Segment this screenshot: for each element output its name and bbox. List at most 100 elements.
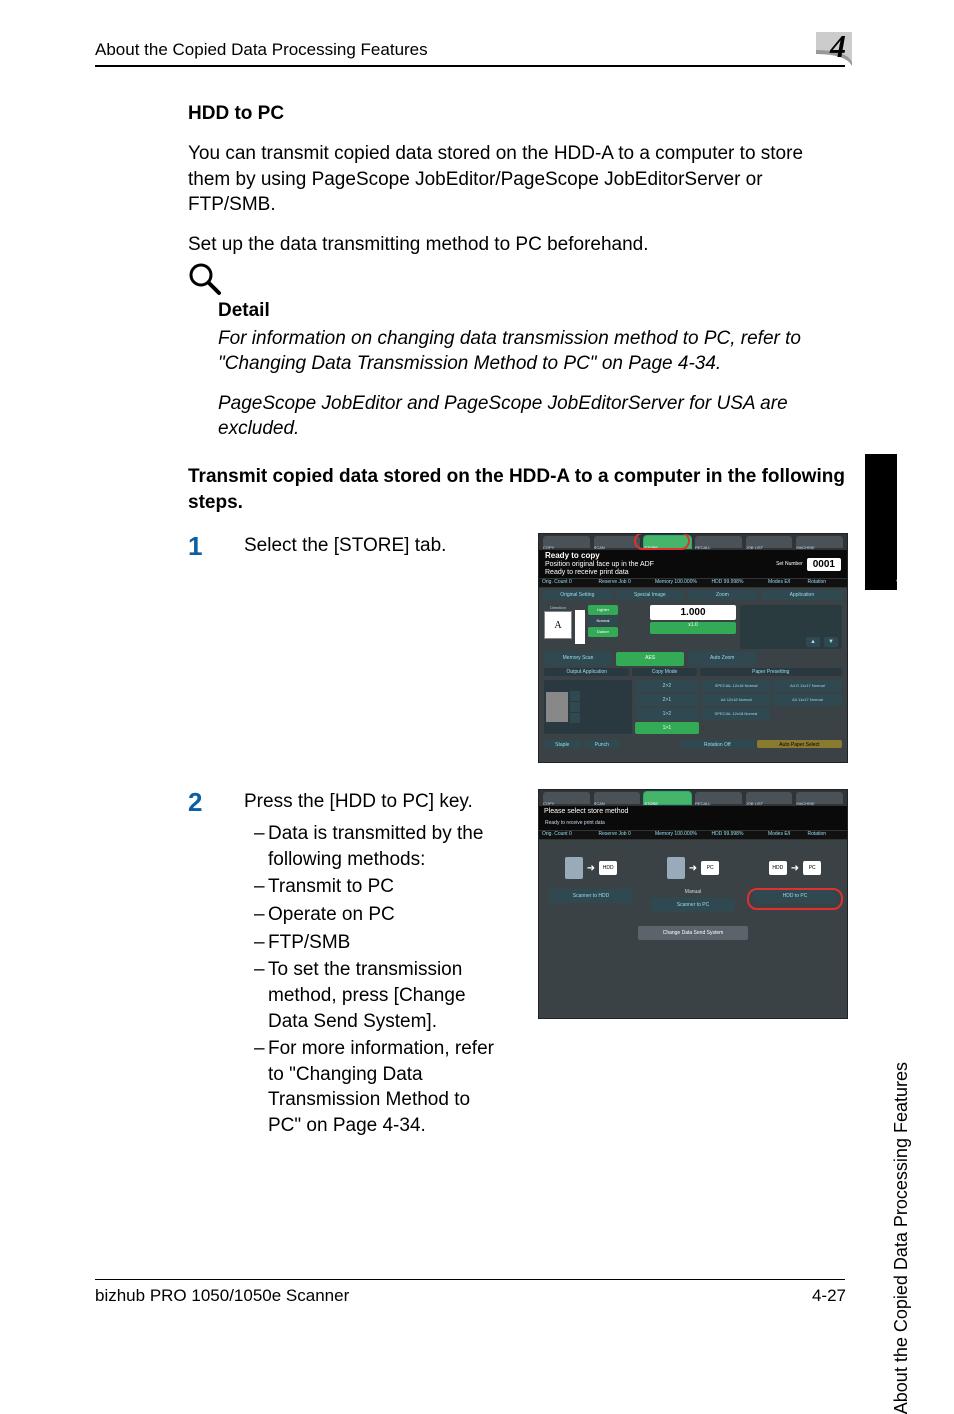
ss2-bar-modes: Modes E/I (768, 831, 808, 839)
ss1-tab-machine[interactable]: MACHINE (796, 536, 843, 548)
side-chapter-label: Chapter 4 (894, 520, 914, 595)
detail-text-2: PageScope JobEditor and PageScope JobEdi… (218, 391, 848, 442)
ss1-status-title: Ready to copy (545, 552, 654, 561)
footer-product: bizhub PRO 1050/1050e Scanner (95, 1286, 349, 1306)
ss1-hdr-origsetting[interactable]: Original Setting (543, 590, 612, 600)
detail-text-1: For information on changing data transmi… (218, 326, 848, 377)
ss1-output-icon (546, 692, 568, 722)
ss1-hdr-paperpreset[interactable]: Paper Presetting (700, 668, 842, 676)
ss1-out-sort[interactable] (570, 691, 580, 701)
ss2-status-title: Please select store method (539, 806, 847, 820)
ss1-direction-value[interactable]: A (544, 611, 572, 639)
side-running-title: About the Copied Data Processing Feature… (891, 1062, 912, 1414)
magnifier-icon (188, 262, 222, 296)
ss1-zoom-value: 1.000 (650, 605, 735, 620)
ss2-bar-memory: Memory 100.000% (655, 831, 711, 839)
step-number-2: 2 (188, 789, 210, 1140)
ss2-scanner-to-hdd-button[interactable]: Scanner to HDD (549, 889, 633, 903)
step-2-bullet-2: Transmit to PC (268, 874, 394, 900)
step-2-bullet-3: Operate on PC (268, 902, 395, 928)
ss1-auto-zoom[interactable]: Auto Zoom (688, 652, 756, 666)
ss1-out-offset[interactable] (570, 713, 580, 723)
ss1-paper-5[interactable]: SPECIAL 12x18 Normal (702, 708, 771, 720)
ss2-scanner-to-pc-icon: ➜PC (658, 850, 728, 886)
ss1-density-normal[interactable]: Normal (588, 616, 618, 626)
ss1-app-down[interactable]: ▼ (824, 637, 838, 647)
ss1-bar-reserve: Reserve Job 0 (598, 579, 654, 587)
side-chapter-tab (865, 454, 897, 590)
section-title: HDD to PC (188, 103, 848, 125)
ss1-bar-hdd: HDD 99.998% (711, 579, 767, 587)
ss2-tab-copy[interactable]: COPY (543, 792, 590, 804)
procedure-lead: Transmit copied data stored on the HDD-A… (188, 464, 848, 515)
intro-paragraph-1: You can transmit copied data stored on t… (188, 141, 848, 218)
ss1-cm-22[interactable]: 2>2 (635, 680, 698, 692)
ss1-staple[interactable]: Staple (544, 740, 581, 748)
footer-rule (95, 1279, 845, 1280)
ss2-tab-scan[interactable]: SCAN (594, 792, 641, 804)
screenshot-store-tab: COPY SCAN STORE RECALL JOB LIST MACHINE … (538, 533, 848, 763)
ss1-bar-modes: Modes E/I (768, 579, 808, 587)
ss1-app-up[interactable]: ▲ (806, 637, 820, 647)
ss1-hdr-application[interactable]: Application (761, 590, 843, 600)
ss1-auto-paper-select[interactable]: Auto Paper Select (757, 740, 842, 748)
ss2-tab-recall[interactable]: RECALL (695, 792, 742, 804)
ss1-density-darker[interactable]: Darker (588, 627, 618, 637)
running-header: About the Copied Data Processing Feature… (95, 40, 428, 60)
intro-paragraph-2: Set up the data transmitting method to P… (188, 232, 848, 258)
ss2-change-data-send-button[interactable]: Change Data Send System (638, 926, 748, 940)
step-2-bullet-5: To set the transmission method, press [C… (268, 957, 504, 1034)
ss1-punch[interactable]: Punch (584, 740, 621, 748)
ss2-status-sub: Ready to receive print data (539, 820, 847, 830)
ss2-bar-hdd: HDD 99.998% (711, 831, 767, 839)
ss2-tab-joblist[interactable]: JOB LIST (746, 792, 793, 804)
ss1-hdr-zoom[interactable]: Zoom (688, 590, 757, 600)
ss1-rotation-off[interactable]: Rotation Off (681, 740, 754, 748)
ss1-output-panel (544, 680, 632, 734)
ss1-zoom-x1[interactable]: x1.0 (650, 622, 735, 634)
ss1-hdr-copymode[interactable]: Copy Mode (632, 668, 696, 676)
ss1-cm-12[interactable]: 1>2 (635, 708, 698, 720)
ss1-hdr-specialimage[interactable]: Special Image (616, 590, 685, 600)
ss1-paper-1[interactable]: SPECIAL 12x18 Normal (702, 680, 771, 692)
step-2-text: Press the [HDD to PC] key. (244, 791, 473, 812)
step-2-bullet-4: FTP/SMB (268, 930, 350, 956)
ss1-paper-3[interactable]: A4 12x18 Normal (702, 694, 771, 706)
ss2-bar-reserve: Reserve Job 0 (598, 831, 654, 839)
ss1-hdr-outputapp[interactable]: Output Application (544, 668, 629, 676)
ss2-manual-label: Manual (685, 889, 701, 895)
ss1-cm-21[interactable]: 2>1 (635, 694, 698, 706)
ss1-paper-4[interactable]: A3 11x17 Normal (773, 694, 842, 706)
ss1-tab-joblist[interactable]: JOB LIST (746, 536, 793, 548)
ss1-density-scale (575, 610, 585, 644)
ss1-density-lighter[interactable]: Lighter (588, 605, 618, 615)
ss1-out-group[interactable] (570, 702, 580, 712)
step-1-text: Select the [STORE] tab. (244, 535, 446, 556)
step-number-1: 1 (188, 533, 210, 763)
ss1-tab-recall[interactable]: RECALL (695, 536, 742, 548)
ss2-bar-origcount: Orig. Count 0 (539, 831, 598, 839)
ss1-application-panel: ▲▼ (740, 605, 842, 649)
ss1-bar-memory: Memory 100.000% (655, 579, 711, 587)
ss2-scanner-to-pc-button[interactable]: Scanner to PC (651, 898, 735, 912)
highlight-hdd-to-pc (747, 888, 843, 910)
detail-label: Detail (218, 300, 848, 322)
footer-page-number: 4-27 (812, 1286, 846, 1306)
ss1-paper-2[interactable]: A4 D 11x17 Normal (773, 680, 842, 692)
ss2-tab-machine[interactable]: MACHINE (796, 792, 843, 804)
ss1-cm-11[interactable]: 1>1 (635, 722, 698, 734)
header-rule (95, 65, 845, 67)
chapter-number: 4 (830, 28, 846, 65)
ss2-scanner-to-hdd-icon: ➜HDD (556, 850, 626, 886)
ss1-tab-copy[interactable]: COPY (543, 536, 590, 548)
ss2-hdd-to-pc-icon: HDD➜PC (760, 850, 830, 886)
ss1-setnum-label: Set Number (776, 561, 803, 567)
ss2-bar-rotation: Rotation (807, 831, 847, 839)
ss1-aes[interactable]: AES (616, 652, 684, 666)
ss1-direction-label: Direction (550, 605, 566, 610)
step-2-bullet-6: For more information, refer to "Changing… (268, 1036, 504, 1139)
ss1-status-sub2: Ready to receive print data (545, 569, 654, 577)
ss1-bar-origcount: Orig. Count 0 (539, 579, 598, 587)
ss2-tab-store[interactable]: STORE (644, 792, 691, 804)
ss1-memory-scan[interactable]: Memory Scan (544, 652, 612, 666)
